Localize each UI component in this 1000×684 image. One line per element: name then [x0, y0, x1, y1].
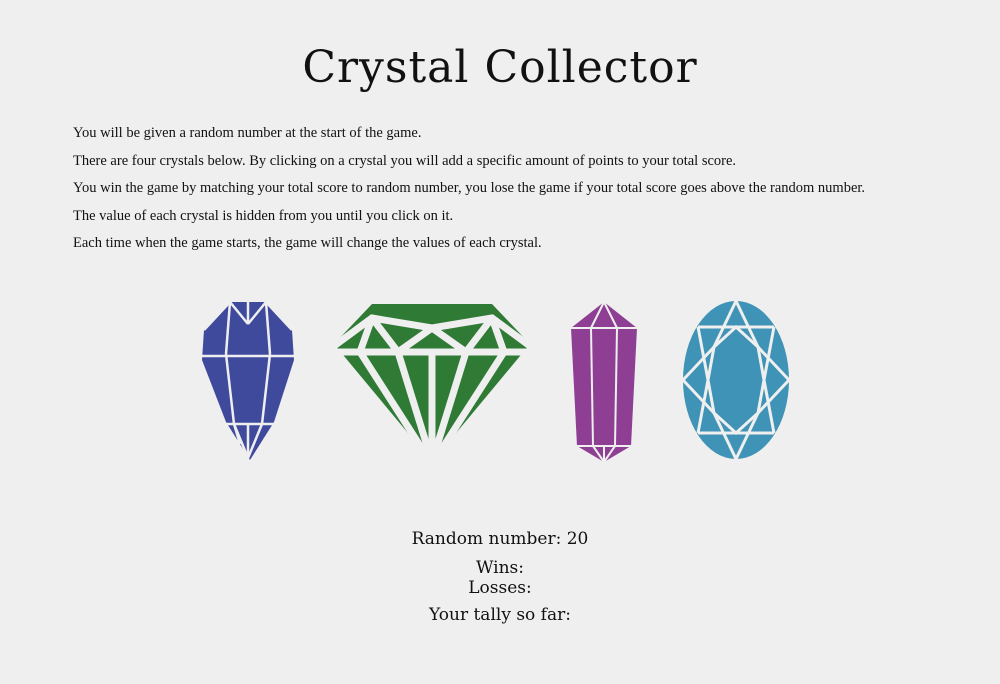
purple-crystal-icon: [571, 301, 637, 463]
instructions: You will be given a random number at the…: [73, 120, 973, 258]
losses-label: Losses:: [468, 578, 532, 598]
teal-gem-button[interactable]: [680, 299, 792, 461]
green-diamond-icon: [332, 304, 532, 464]
instruction-line: The value of each crystal is hidden from…: [73, 207, 454, 224]
instruction-line: You will be given a random number at the…: [73, 125, 422, 141]
page-title: Crystal Collector: [302, 42, 698, 93]
instruction-line: There are four crystals below. By clicki…: [73, 152, 737, 169]
random-number-label: Random number: 20: [411, 529, 589, 549]
green-diamond-button[interactable]: [332, 304, 532, 464]
wins-label: Wins:: [475, 558, 524, 578]
purple-crystal-button[interactable]: [567, 300, 641, 464]
instruction-line: You win the game by matching your total …: [73, 180, 866, 196]
blue-crystal-icon: [202, 301, 294, 460]
stats-panel: Random number: 20 Wins: Losses: Your tal…: [0, 527, 1000, 625]
teal-oval-gem-icon: [681, 300, 791, 460]
instruction-line: Each time when the game starts, the game…: [73, 235, 542, 251]
tally-label: Your tally so far:: [429, 605, 571, 625]
blue-crystal-button[interactable]: [200, 300, 296, 462]
